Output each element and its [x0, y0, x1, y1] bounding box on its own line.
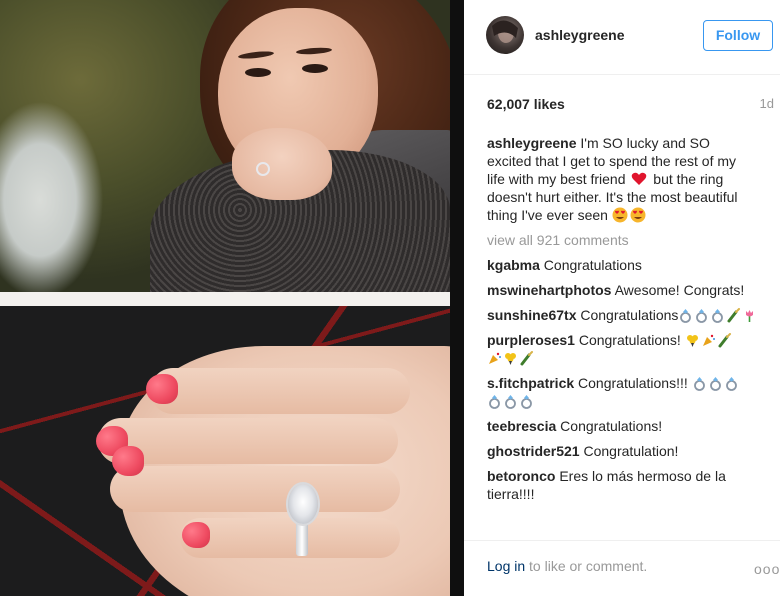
comment-item: betoronco Eres lo más hermoso de la tier…	[487, 467, 759, 503]
photo-finger	[150, 368, 410, 414]
comment-text: Awesome! Congrats!	[611, 282, 745, 298]
avatar[interactable]	[486, 16, 524, 54]
photo-ring-diamond	[288, 484, 318, 524]
comment-item: s.fitchpatrick Congratulations!!!	[487, 374, 759, 410]
photo-finger	[110, 466, 400, 512]
comment-username[interactable]: mswinehartphotos	[487, 282, 611, 298]
ring-emoji-icon	[693, 377, 705, 391]
comment-username[interactable]: teebrescia	[487, 418, 556, 434]
ring-emoji-icon	[521, 395, 532, 409]
follow-button[interactable]: Follow	[703, 20, 773, 51]
comments-list: kgabma Congratulations mswinehartphotos …	[487, 256, 759, 510]
comment-item: kgabma Congratulations	[487, 256, 759, 274]
heart-eyes-emoji-icon	[612, 207, 628, 223]
heart-eyes-emoji-icon	[630, 207, 646, 223]
champagne-emoji-icon	[520, 351, 533, 366]
comment-text: Congratulations	[576, 307, 679, 323]
more-options-icon[interactable]: ooo	[754, 561, 780, 577]
photo-nail	[182, 522, 210, 548]
post-caption: ashleygreene I'm SO lucky and SO excited…	[487, 134, 755, 224]
post-header: ashleygreene Follow	[464, 0, 780, 75]
ring-emoji-icon	[712, 309, 724, 323]
comment-username[interactable]: sunshine67tx	[487, 307, 576, 323]
comment-text: Congratulation!	[579, 443, 679, 459]
photo-divider	[0, 292, 450, 306]
view-all-comments-link[interactable]: view all 921 comments	[487, 232, 629, 248]
ring-emoji-icon	[505, 395, 516, 409]
post-footer: Log in to like or comment. ooo	[464, 540, 780, 597]
photo-ring-top	[256, 162, 270, 176]
tulip-emoji-icon	[746, 310, 754, 322]
comment-text: Congratulations!	[556, 418, 663, 434]
photo-eye-left	[245, 68, 271, 77]
party-popper-emoji-icon	[702, 334, 715, 346]
post-panel: ashleygreene Follow 62,007 likes 1d ashl…	[464, 0, 780, 596]
red-heart-emoji-icon	[632, 172, 647, 185]
comment-text: Congratulations!!!	[574, 375, 692, 391]
ring-emoji-icon	[489, 395, 500, 409]
photo-hand-top	[232, 128, 332, 200]
comment-item: purpleroses1 Congratulations!	[487, 331, 759, 367]
champagne-emoji-icon	[727, 308, 741, 323]
comment-item: ghostrider521 Congratulation!	[487, 442, 759, 460]
photo-nail	[146, 374, 178, 404]
party-popper-emoji-icon	[489, 352, 501, 364]
bouquet-emoji-icon	[686, 335, 698, 347]
photo-ring-band	[296, 520, 308, 556]
post-username[interactable]: ashleygreene	[535, 27, 625, 43]
ring-emoji-icon	[696, 309, 708, 323]
login-link[interactable]: Log in	[487, 558, 525, 574]
post-photo[interactable]	[0, 0, 464, 596]
photo-finger	[180, 518, 400, 558]
comment-username[interactable]: s.fitchpatrick	[487, 375, 574, 391]
login-prompt: Log in to like or comment.	[487, 558, 647, 574]
likes-count[interactable]: 62,007 likes	[487, 96, 565, 112]
post-age[interactable]: 1d	[760, 96, 774, 111]
comment-username[interactable]: purpleroses1	[487, 332, 575, 348]
comment-text: Congratulations!	[574, 332, 685, 348]
photo-eye-right	[302, 64, 328, 73]
ring-emoji-icon	[709, 377, 721, 391]
login-prompt-text: to like or comment.	[525, 558, 648, 574]
bouquet-emoji-icon	[505, 353, 516, 365]
photo-top-portrait	[0, 0, 450, 292]
photo-bottom-ring-closeup	[0, 306, 450, 596]
ring-emoji-icon	[725, 377, 737, 391]
ring-emoji-icon	[680, 309, 692, 323]
comment-username[interactable]: betoronco	[487, 468, 555, 484]
comment-username[interactable]: ghostrider521	[487, 443, 580, 459]
comment-item: teebrescia Congratulations!	[487, 417, 759, 435]
comment-username[interactable]: kgabma	[487, 257, 540, 273]
photo-nail	[112, 446, 144, 476]
comment-item: sunshine67tx Congratulations	[487, 306, 759, 324]
champagne-emoji-icon	[718, 333, 731, 348]
comment-item: mswinehartphotos Awesome! Congrats!	[487, 281, 759, 299]
comment-text: Congratulations	[539, 257, 642, 273]
caption-username[interactable]: ashleygreene	[487, 135, 577, 151]
